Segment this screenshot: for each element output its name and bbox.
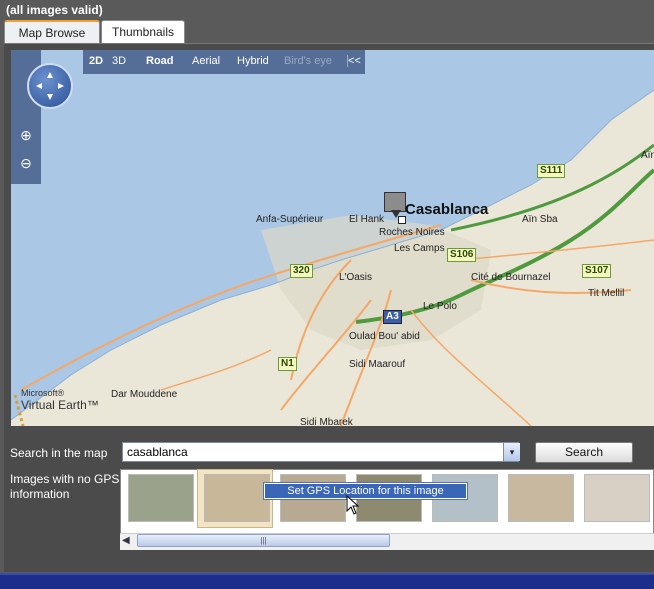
city-label: Casablanca [405,201,489,218]
place-label: Roches Noires [379,227,445,238]
place-label: Oulad Bou' abid [349,331,420,342]
tab-map-browse[interactable]: Map Browse [4,20,100,43]
brand-virtual-earth: Virtual Earth™ [21,398,99,412]
scroll-left-icon[interactable]: ◀ [122,535,130,546]
brand-microsoft: Microsoft® [21,388,65,398]
photo-thumbnail[interactable] [584,474,650,522]
place-label: Aïn [641,150,654,161]
place-label: Cité de Bournazel [471,272,551,283]
map-canvas [11,50,654,426]
road-shield: S106 [447,248,477,262]
place-label: L'Oasis [339,272,373,283]
road-west [160,349,272,391]
road-shield: S111 [537,164,566,178]
zoom-out-icon[interactable]: ⊖ [18,155,34,171]
no-gps-label: Images with no GPS information [10,472,120,501]
search-label: Search in the map [10,446,108,460]
search-dropdown-button[interactable]: ▾ [503,443,520,461]
urban-area [261,215,491,350]
place-label: Sidi Mbarek [300,417,353,428]
mode-aerial[interactable]: Aerial [192,55,220,67]
mode-2d[interactable]: 2D [89,55,103,67]
tab-thumbnails[interactable]: Thumbnails [101,20,185,43]
mouse-cursor-icon [346,495,360,515]
road-shield: N1 [278,357,297,371]
mode-road[interactable]: Road [146,55,174,67]
validation-status: (all images valid) [6,3,103,17]
location-pin-icon[interactable] [384,192,406,212]
road-shield: S107 [582,264,612,278]
place-label: Tit Mellil [588,288,625,299]
mode-3d[interactable]: 3D [112,55,126,67]
photo-thumbnail[interactable] [204,474,270,522]
place-label: Le Polo [423,301,457,312]
place-label: Dar Mouddene [111,389,178,400]
collapse-toolbar-button[interactable]: << [347,55,361,67]
map-mode-toolbar: 2D 3D Road Aerial Hybrid Bird's eye << [83,50,365,74]
search-button[interactable]: Search [535,442,633,463]
place-label: Les Camps [394,243,445,254]
zoom-in-icon[interactable]: ⊕ [18,127,34,143]
set-gps-location-menu-item[interactable]: Set GPS Location for this image [265,484,466,498]
mode-hybrid[interactable]: Hybrid [237,55,269,67]
place-label: Aïn Sba [522,214,558,225]
scrollbar-thumb[interactable]: ||| [137,534,390,547]
photo-thumbnail[interactable] [508,474,574,522]
search-input[interactable]: casablanca [122,442,519,462]
road-shield: A3 [383,310,402,324]
place-label: Anfa-Supérieur [256,214,324,225]
place-label: Sidi Maarouf [349,359,406,370]
mode-birds-eye[interactable]: Bird's eye [284,55,332,67]
place-label: El Hank [349,214,385,225]
pan-arrows-icon [36,72,64,100]
map-view[interactable] [11,50,654,426]
pan-compass-control[interactable] [27,63,73,109]
road-shield: 320 [290,264,313,278]
photo-thumbnail[interactable] [128,474,194,522]
